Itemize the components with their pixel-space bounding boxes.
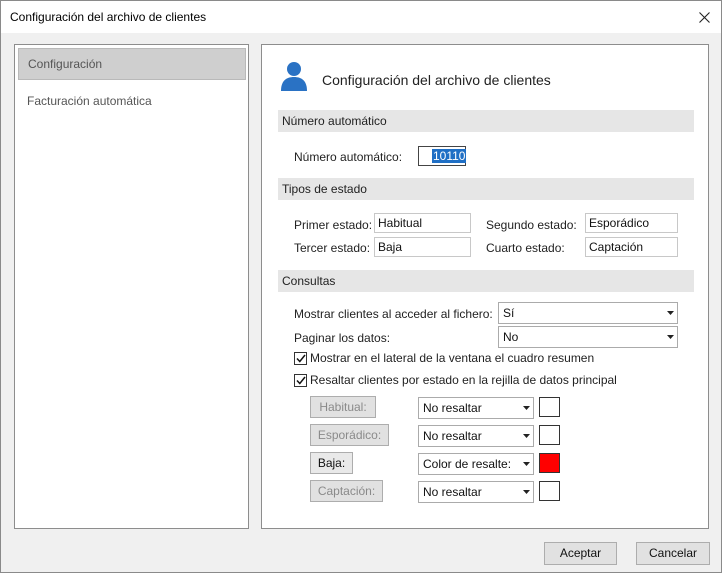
cuarto-estado-label: Cuarto estado: [486,241,565,255]
sidebar: Configuración Facturación automática [14,44,249,529]
section-numero-automatico: Número automático [278,110,694,132]
captacion-highlight-select[interactable]: No resaltar [418,481,534,503]
section-title: Consultas [282,274,336,288]
chevron-down-icon [519,482,533,502]
check-resaltar-checkbox[interactable] [294,373,307,387]
mostrar-clientes-label: Mostrar clientes al acceder al fichero: [294,307,493,321]
primer-estado-input[interactable]: Habitual [374,213,471,233]
page-title: Configuración del archivo de clientes [322,72,551,88]
captacion-highlight-value: No resaltar [423,485,482,499]
paginar-select[interactable]: No [498,326,678,348]
cuarto-estado-input[interactable]: Captación [585,237,678,257]
sidebar-item-label: Configuración [28,57,103,71]
check-lateral-label: Mostrar en el lateral de la ventana el c… [310,351,595,365]
chevron-down-icon [519,426,533,446]
segundo-estado-input[interactable]: Esporádico [585,213,678,233]
sidebar-item-label: Facturación automática [27,94,152,108]
chevron-down-icon [663,303,677,323]
numero-automatico-value: 10110 [432,149,467,163]
chevron-down-icon [519,454,533,474]
close-icon [698,11,710,23]
habitual-color-swatch[interactable] [539,397,560,417]
cancel-button[interactable]: Cancelar [636,542,710,565]
numero-automatico-input[interactable]: 10110 [418,146,467,166]
paginar-label: Paginar los datos: [294,331,391,345]
checkmark-icon [295,376,306,385]
sidebar-item-facturacion[interactable]: Facturación automática [18,85,246,117]
sidebar-item-configuracion[interactable]: Configuración [18,48,246,80]
check-lateral-checkbox[interactable] [294,351,307,365]
main-panel: Configuración del archivo de clientes Nú… [261,44,709,529]
mostrar-clientes-select[interactable]: Sí [498,302,678,324]
paginar-value: No [503,330,519,344]
baja-color-swatch[interactable] [539,453,560,473]
check-resaltar-label: Resaltar clientes por estado en la rejil… [310,373,617,387]
section-title: Tipos de estado [282,182,367,196]
esporadico-button[interactable]: Esporádico: [310,424,389,446]
habitual-highlight-value: No resaltar [423,401,482,415]
tercer-estado-input[interactable]: Baja [374,237,471,257]
accept-button[interactable]: Aceptar [544,542,617,565]
title-bar: Configuración del archivo de clientes [1,1,721,33]
baja-highlight-select[interactable]: Color de resalte: [418,453,534,475]
esporadico-color-swatch[interactable] [539,425,560,445]
chevron-down-icon [519,398,533,418]
esporadico-highlight-value: No resaltar [423,429,482,443]
close-button[interactable] [687,1,721,33]
dialog-window: Configuración del archivo de clientes Co… [0,0,722,573]
checkmark-icon [295,354,306,363]
baja-highlight-value: Color de resalte: [423,457,512,471]
baja-button[interactable]: Baja: [310,452,353,474]
chevron-down-icon [663,327,677,347]
segundo-estado-label: Segundo estado: [486,218,577,232]
habitual-highlight-select[interactable]: No resaltar [418,397,534,419]
habitual-button[interactable]: Habitual: [310,396,376,418]
section-consultas: Consultas [278,270,694,292]
numero-automatico-label: Número automático: [294,150,403,164]
primer-estado-label: Primer estado: [294,218,373,232]
tercer-estado-label: Tercer estado: [294,241,371,255]
section-title: Número automático [282,114,387,128]
captacion-color-swatch[interactable] [539,481,560,501]
captacion-button[interactable]: Captación: [310,480,383,502]
user-icon [281,62,307,91]
check-resaltar-row[interactable]: Resaltar clientes por estado en la rejil… [294,373,617,387]
check-lateral-row[interactable]: Mostrar en el lateral de la ventana el c… [294,351,594,365]
esporadico-highlight-select[interactable]: No resaltar [418,425,534,447]
mostrar-clientes-value: Sí [503,306,515,320]
window-title: Configuración del archivo de clientes [10,10,207,24]
section-tipos-estado: Tipos de estado [278,178,694,200]
